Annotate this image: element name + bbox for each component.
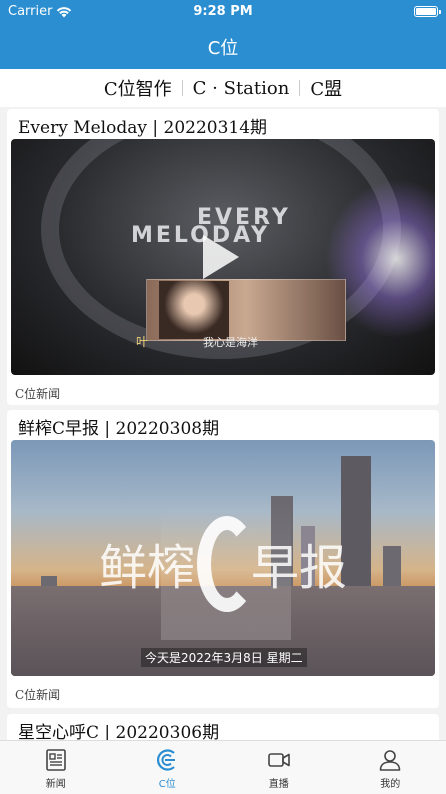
newspaper-icon xyxy=(45,749,66,771)
thumb-text: 早报 xyxy=(251,540,348,596)
card-title[interactable]: 鲜榨C早报 | 20220308期 xyxy=(7,410,439,439)
thumb-text: MELODAY xyxy=(131,223,270,248)
video-camera-icon xyxy=(267,753,290,767)
thumb-text: 鲜榨 xyxy=(99,540,196,596)
tabbar-me[interactable]: 我的 xyxy=(335,741,446,794)
thumb-caption: 叶 xyxy=(136,335,149,349)
tabbar-label: 我的 xyxy=(380,779,401,790)
play-icon[interactable] xyxy=(203,235,239,279)
tabbar-label: C位 xyxy=(158,779,176,790)
header: Carrier 9:28 PM C位 xyxy=(0,0,446,69)
tabbar-label: 直播 xyxy=(268,779,289,790)
tabbar-live[interactable]: 直播 xyxy=(223,741,335,794)
segment-tabs: C位智作 C · Station C盟 xyxy=(0,69,446,107)
video-thumbnail[interactable]: 鲜榨 早报 今天是2022年3月8日 星期二 xyxy=(11,440,435,676)
feed-card[interactable]: Every Meloday | 20220314期 EVERY MELODAY … xyxy=(7,109,439,405)
news-feed[interactable]: Every Meloday | 20220314期 EVERY MELODAY … xyxy=(0,107,446,740)
tabbar-label: 新闻 xyxy=(45,779,66,790)
card-title[interactable]: 星空心呼C | 20220306期 xyxy=(7,714,439,740)
c-position-icon xyxy=(157,749,176,771)
tab-c-zhizuo[interactable]: C位智作 xyxy=(94,75,182,101)
page-title: C位 xyxy=(207,38,239,59)
card-source: C位新闻 xyxy=(15,688,61,702)
c-logo-icon xyxy=(197,516,257,612)
thumb-caption: 今天是2022年3月8日 星期二 xyxy=(141,648,307,667)
video-thumbnail[interactable]: EVERY MELODAY 叶 我心是海洋 xyxy=(11,139,435,375)
status-bar: Carrier 9:28 PM xyxy=(0,0,446,24)
battery-icon xyxy=(414,6,441,17)
tab-bar: 新闻 C位 直播 我的 xyxy=(0,740,446,794)
tab-c-meng[interactable]: C盟 xyxy=(300,75,352,101)
feed-card[interactable]: 鲜榨C早报 | 20220308期 鲜榨 早报 今天是2022年3月8日 星期二… xyxy=(7,410,439,708)
card-source: C位新闻 xyxy=(15,387,61,401)
status-time: 9:28 PM xyxy=(193,4,253,19)
tab-c-station[interactable]: C · Station xyxy=(183,78,300,99)
person-icon xyxy=(379,750,401,771)
tabbar-news[interactable]: 新闻 xyxy=(0,741,112,794)
feed-card[interactable]: 星空心呼C | 20220306期 xyxy=(7,714,439,740)
thumb-caption: 我心是海洋 xyxy=(203,336,258,349)
card-title[interactable]: Every Meloday | 20220314期 xyxy=(7,109,439,138)
tabbar-c-position[interactable]: C位 xyxy=(112,741,224,794)
